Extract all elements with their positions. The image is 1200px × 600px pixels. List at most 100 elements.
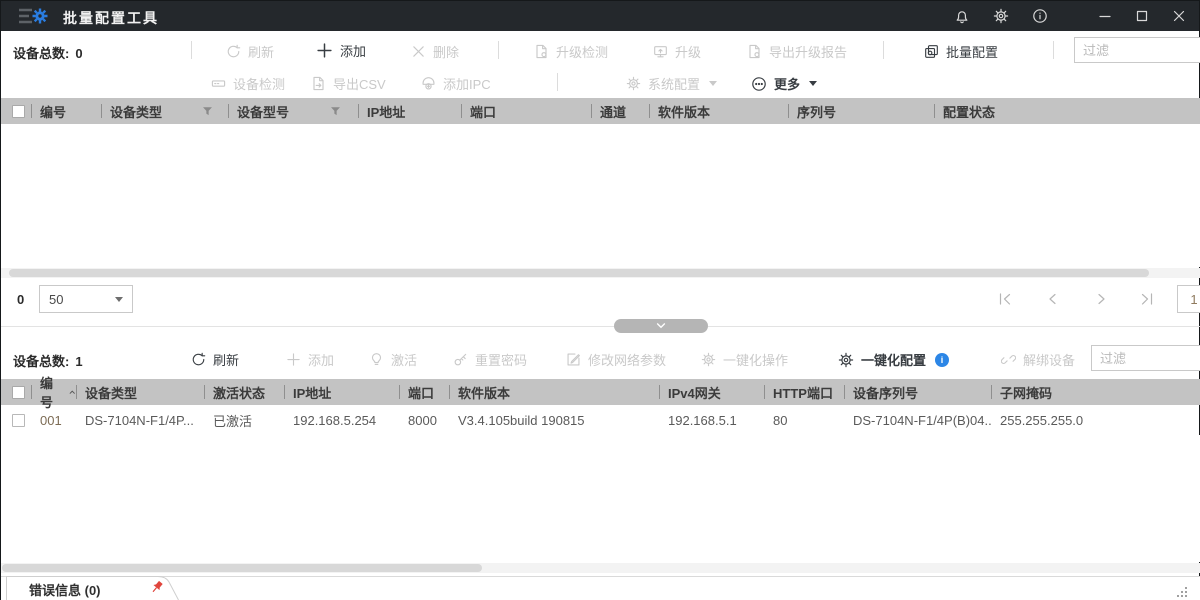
gear-operation-icon — [701, 352, 716, 367]
filter-funnel-icon[interactable] — [329, 105, 342, 118]
add-ipc-button[interactable]: 添加IPC — [421, 74, 491, 93]
maximize-button[interactable] — [1134, 8, 1150, 24]
export-report-icon — [749, 44, 760, 59]
system-config-gear-icon — [626, 76, 641, 91]
notification-bell-icon[interactable] — [954, 8, 970, 24]
column-header-http-port[interactable]: HTTP端口 — [764, 379, 844, 405]
unbind-device-button[interactable]: 解绑设备 — [1001, 350, 1075, 369]
column-header-device-model[interactable]: 设备型号 — [228, 98, 358, 124]
top-table-header: 编号 设备类型 设备型号 IP地址 端口 通道 软件版本 序列号 配置状态 — [1, 98, 1200, 124]
last-page-button[interactable] — [1139, 291, 1155, 307]
upgrade-check-button[interactable]: 升级检测 — [534, 42, 608, 61]
column-header-config-status[interactable]: 配置状态 — [934, 98, 1200, 124]
prev-page-button[interactable] — [1045, 291, 1061, 307]
column-header-ip[interactable]: IP地址 — [284, 379, 399, 405]
bottom-table-header: 编号 设备类型 激活状态 IP地址 端口 软件版本 IPv4网关 HTTP端口 … — [1, 376, 1200, 410]
minimize-button[interactable] — [1097, 8, 1113, 24]
cell-activation-status: 已激活 — [213, 413, 253, 429]
bottom-refresh-button[interactable]: 刷新 — [191, 350, 239, 369]
cell-gateway: 192.168.5.1 — [668, 412, 737, 428]
info-icon[interactable] — [1032, 8, 1048, 24]
cell-ip: 192.168.5.254 — [293, 412, 377, 428]
page-number-box[interactable]: 1 — [1177, 285, 1200, 313]
column-header-subnet-mask[interactable]: 子网掩码 — [991, 379, 1200, 405]
activate-button[interactable]: 激活 — [369, 350, 417, 369]
column-header-port[interactable]: 端口 — [461, 98, 591, 124]
cell-http-port: 80 — [773, 412, 788, 428]
first-page-button[interactable] — [997, 291, 1013, 307]
column-header-no[interactable]: 编号 — [31, 376, 76, 410]
export-upgrade-report-button[interactable]: 导出升级报告 — [747, 42, 847, 61]
page-size-select[interactable]: 50 — [39, 285, 133, 313]
export-csv-button[interactable]: 导出CSV — [311, 74, 386, 93]
error-tab-label: 错误信息 (0) — [29, 583, 101, 598]
settings-gear-icon[interactable] — [993, 8, 1009, 24]
info-badge-icon[interactable]: i — [935, 352, 950, 367]
device-table-row[interactable]: 001 DS-7104N-F1/4P... 已激活 192.168.5.254 … — [1, 405, 1200, 435]
key-icon — [454, 353, 467, 366]
column-header-version[interactable]: 软件版本 — [449, 379, 659, 405]
cell-version: V3.4.105build 190815 — [458, 412, 585, 428]
close-button[interactable] — [1171, 8, 1187, 24]
delete-x-icon — [413, 46, 424, 57]
top-hscrollbar-thumb[interactable] — [9, 269, 1149, 277]
upgrade-check-icon — [536, 44, 547, 59]
column-header-serial[interactable]: 序列号 — [788, 98, 934, 124]
column-header-no[interactable]: 编号 — [31, 98, 101, 124]
reset-password-button[interactable]: 重置密码 — [453, 350, 527, 369]
resize-grip[interactable] — [1175, 585, 1189, 599]
plus-icon — [287, 353, 300, 366]
bulb-icon — [371, 353, 382, 365]
chevron-down-icon — [809, 81, 818, 86]
column-header-device-type[interactable]: 设备类型 — [101, 98, 228, 124]
header-checkbox-cell — [1, 98, 31, 124]
filter-funnel-icon[interactable] — [201, 105, 214, 118]
batch-config-icon — [925, 45, 938, 58]
top-device-count-value: 0 — [75, 46, 83, 61]
column-header-channel[interactable]: 通道 — [591, 98, 649, 124]
broken-link-icon — [1001, 355, 1016, 364]
bottom-device-count-value: 1 — [75, 354, 83, 369]
toolbar-divider — [557, 73, 558, 91]
top-add-button[interactable]: 添加 — [316, 41, 366, 60]
column-header-gateway[interactable]: IPv4网关 — [659, 379, 764, 405]
column-header-device-type[interactable]: 设备类型 — [76, 379, 204, 405]
batch-config-button[interactable]: 批量配置 — [924, 42, 998, 61]
bottom-add-button[interactable]: 添加 — [286, 350, 334, 369]
select-all-checkbox[interactable] — [12, 385, 25, 399]
refresh-icon — [227, 44, 241, 58]
chevron-down-icon — [656, 323, 666, 329]
select-all-checkbox[interactable] — [12, 104, 25, 118]
system-config-button[interactable]: 系统配置 — [626, 74, 718, 93]
cell-device-serial: DS-7104N-F1/4P(B)04... — [853, 412, 991, 428]
column-header-version[interactable]: 软件版本 — [649, 98, 788, 124]
one-key-operation-button[interactable]: 一键化操作 — [701, 350, 788, 369]
top-hscrollbar-track — [1, 268, 1200, 278]
column-header-device-serial[interactable]: 设备序列号 — [844, 379, 991, 405]
more-button[interactable]: 更多 — [751, 74, 818, 93]
bottom-table-body-empty — [1, 435, 1200, 562]
top-filter-input[interactable] — [1074, 37, 1200, 63]
top-delete-button[interactable]: 删除 — [411, 42, 459, 61]
column-header-port[interactable]: 端口 — [399, 379, 449, 405]
bottom-hscrollbar-thumb[interactable] — [2, 564, 482, 572]
column-header-ip[interactable]: IP地址 — [358, 98, 461, 124]
top-refresh-button[interactable]: 刷新 — [226, 42, 274, 61]
bottom-filter-input[interactable] — [1091, 345, 1200, 371]
toolbar-divider — [883, 41, 884, 59]
modify-network-button[interactable]: 修改网络参数 — [566, 350, 666, 369]
pagination-total: 0 — [17, 292, 25, 307]
toolbar-divider — [498, 41, 499, 59]
pin-icon[interactable] — [149, 579, 165, 595]
gear-config-icon — [838, 352, 854, 367]
one-key-config-button[interactable]: 一键化配置 i — [838, 350, 950, 369]
top-table-body-empty — [1, 124, 1200, 267]
upgrade-button[interactable]: 升级 — [653, 42, 701, 61]
cell-port: 8000 — [408, 412, 437, 428]
device-detect-button[interactable]: 设备检测 — [211, 74, 285, 93]
column-header-activation[interactable]: 激活状态 — [204, 379, 284, 405]
next-page-button[interactable] — [1093, 291, 1109, 307]
chevron-down-icon — [709, 81, 718, 86]
panel-collapse-handle[interactable] — [614, 319, 708, 333]
row-checkbox[interactable] — [12, 413, 25, 427]
